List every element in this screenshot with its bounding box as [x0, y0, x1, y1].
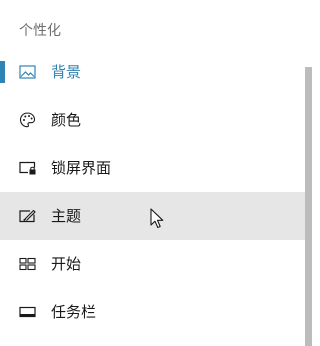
selection-indicator	[0, 61, 5, 83]
section-title: 个性化	[19, 23, 61, 39]
nav-item-label: 任务栏	[51, 303, 97, 321]
scrollbar[interactable]	[305, 67, 312, 346]
palette-icon	[19, 112, 36, 129]
nav-item-start[interactable]: 开始	[0, 240, 305, 288]
nav-item-taskbar[interactable]: 任务栏	[0, 288, 305, 336]
mouse-cursor-icon	[149, 208, 165, 230]
start-icon	[19, 256, 36, 273]
nav-item-label: 开始	[51, 255, 82, 273]
taskbar-icon	[19, 304, 36, 321]
theme-icon	[19, 208, 36, 225]
nav-item-label: 锁屏界面	[51, 159, 112, 177]
nav-item-background[interactable]: 背景	[0, 48, 305, 96]
nav-item-colors[interactable]: 颜色	[0, 96, 305, 144]
nav-item-label: 颜色	[51, 111, 82, 129]
nav-item-lock-screen[interactable]: 锁屏界面	[0, 144, 305, 192]
settings-nav-panel: 个性化 背景 颜色 锁屏界面 主题 开始 任务栏	[0, 0, 312, 346]
nav-item-label: 背景	[51, 63, 82, 81]
lock-screen-icon	[19, 160, 36, 177]
nav-item-label: 主题	[51, 207, 82, 225]
image-icon	[19, 64, 36, 81]
